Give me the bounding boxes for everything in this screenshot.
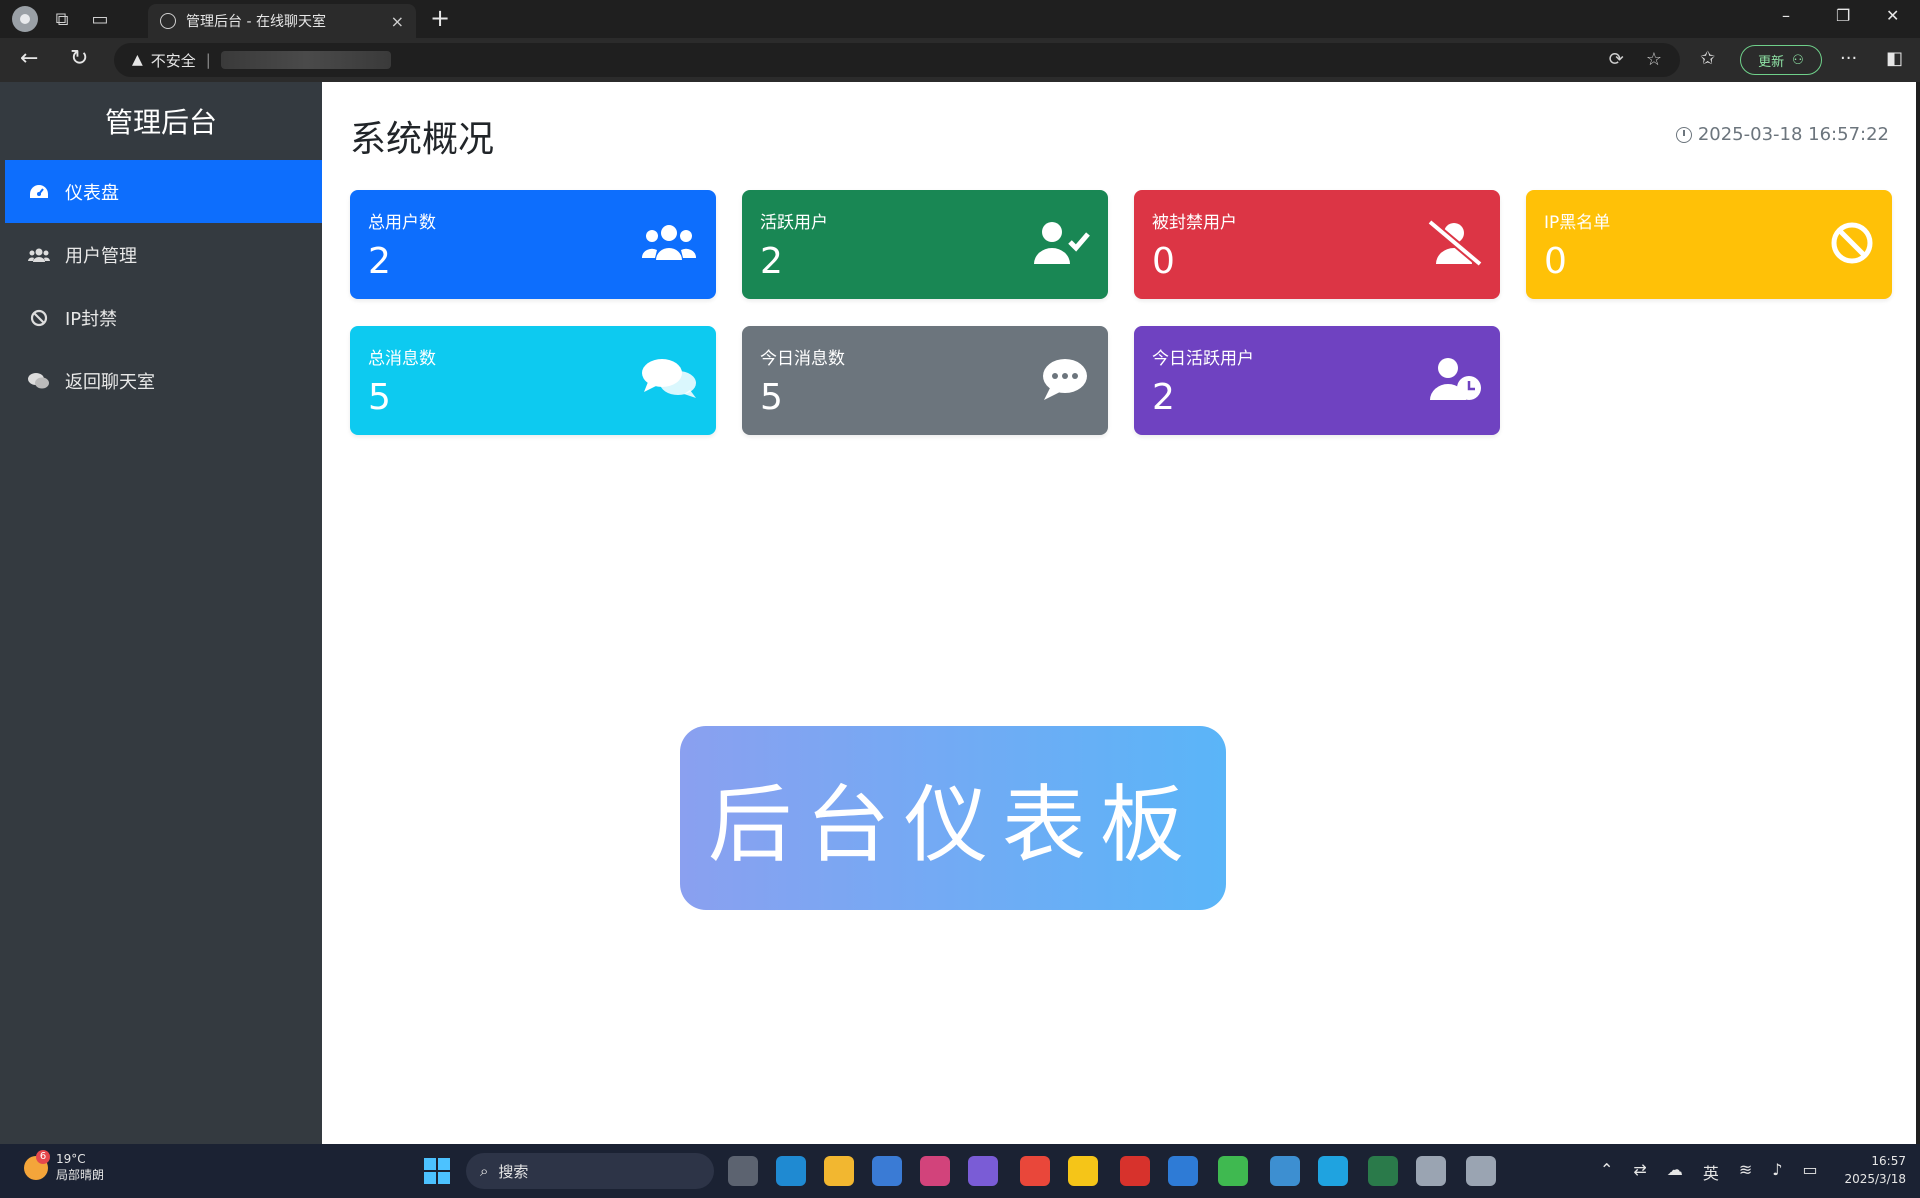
current-datetime: 2025-03-18 16:57:22 [1675, 124, 1889, 145]
warning-icon: ▲ [132, 52, 143, 68]
profile-avatar[interactable] [12, 6, 38, 32]
user-check-icon [1034, 222, 1090, 264]
url-redacted [220, 51, 391, 69]
favorite-star-icon[interactable]: ☆ [1646, 49, 1662, 70]
clock-icon [1675, 126, 1692, 143]
taskbar-clock[interactable]: 16:57 2025/3/18 [1844, 1152, 1906, 1188]
admin-sidebar: 管理后台 仪表盘 用户管理 IP封禁 返回聊天室 [0, 82, 322, 1144]
app-icon[interactable] [1368, 1156, 1398, 1186]
notes-icon[interactable] [1068, 1156, 1098, 1186]
browser-tab-active[interactable]: 管理后台 - 在线聊天室 × [148, 4, 416, 38]
app-icon[interactable] [920, 1156, 950, 1186]
refresh-icon[interactable]: ↻ [70, 46, 88, 71]
file-explorer-icon[interactable] [824, 1156, 854, 1186]
chevron-up-icon[interactable]: ⌃ [1600, 1160, 1613, 1184]
sidebar-item-back-to-chat[interactable]: 返回聊天室 [5, 349, 322, 412]
taskbar-search[interactable]: ⌕ 搜索 [466, 1153, 714, 1189]
security-label: 不安全 [150, 51, 196, 70]
stat-card-today-messages: 今日消息数 5 [742, 326, 1108, 435]
weather-sun-icon: 6 [24, 1149, 50, 1180]
weather-temp: 19°C [56, 1152, 86, 1166]
taskbar-time: 16:57 [1871, 1154, 1906, 1168]
stat-card-ip-blacklist: IP黑名单 0 [1526, 190, 1892, 299]
main-content: 系统概况 2025-03-18 16:57:22 总用户数 2 活跃用户 2 被… [322, 82, 1916, 1144]
sidebar-item-label: 用户管理 [65, 245, 137, 267]
stat-card-total-users: 总用户数 2 [350, 190, 716, 299]
weather-widget[interactable]: 6 19°C 局部晴朗 [24, 1149, 105, 1183]
url-input[interactable]: ▲ 不安全 | ⟳ ☆ [114, 43, 1680, 77]
search-icon: ⌕ [480, 1162, 489, 1180]
maximize-button[interactable]: ❐ [1836, 6, 1850, 25]
stat-card-total-messages: 总消息数 5 [350, 326, 716, 435]
store-icon[interactable] [872, 1156, 902, 1186]
cloud-icon[interactable]: ☁ [1667, 1160, 1683, 1184]
wifi-icon[interactable]: ≋ [1739, 1160, 1752, 1184]
taskbar-date: 2025/3/18 [1844, 1172, 1906, 1186]
app-icon[interactable] [1416, 1156, 1446, 1186]
sync-icon[interactable]: ⇄ [1633, 1160, 1646, 1184]
browser-address-bar: ← ↻ ▲ 不安全 | ⟳ ☆ ✩ 更新 ⚇ ··· ◧ [0, 38, 1920, 82]
volume-icon[interactable]: ♪ [1772, 1160, 1782, 1184]
stat-card-active-users: 活跃用户 2 [742, 190, 1108, 299]
ime-indicator[interactable]: 英 [1703, 1160, 1719, 1184]
sidebar-item-label: IP封禁 [65, 308, 118, 330]
wechat-icon[interactable] [1218, 1156, 1248, 1186]
notification-badge: 6 [36, 1149, 50, 1164]
globe-icon [160, 13, 176, 29]
new-tab-button[interactable]: + [430, 4, 450, 32]
tab-close-button[interactable]: × [391, 12, 404, 31]
users-icon [27, 243, 51, 267]
edge-browser-icon[interactable] [776, 1156, 806, 1186]
more-menu-icon[interactable]: ··· [1840, 48, 1857, 69]
sidebar-item-ip-ban[interactable]: IP封禁 [5, 286, 322, 349]
datetime-text: 2025-03-18 16:57:22 [1697, 124, 1889, 145]
chat-icon [27, 369, 51, 393]
update-label: 更新 [1758, 54, 1785, 70]
stat-card-banned-users: 被封禁用户 0 [1134, 190, 1500, 299]
windows-start-icon[interactable] [424, 1158, 450, 1184]
copilot-icon: ⚇ [1792, 52, 1804, 68]
user-clock-icon [1430, 358, 1481, 400]
update-button[interactable]: 更新 ⚇ [1740, 45, 1822, 75]
sidebar-item-dashboard[interactable]: 仪表盘 [5, 160, 322, 223]
sidebar-item-label: 返回聊天室 [65, 371, 155, 393]
url-separator: | [205, 51, 211, 69]
translate-icon[interactable]: ⟳ [1609, 49, 1624, 70]
ban-icon [27, 306, 51, 330]
wps-icon[interactable] [1120, 1156, 1150, 1186]
workspaces-icon[interactable]: ⧉ [48, 5, 76, 33]
notepad-icon[interactable] [1270, 1156, 1300, 1186]
page-title: 系统概况 [350, 119, 495, 160]
minimize-button[interactable]: – [1782, 6, 1790, 25]
dashboard-banner: 后台仪表板 [680, 726, 1226, 910]
sidebar-item-users[interactable]: 用户管理 [5, 223, 322, 286]
sidebar-item-label: 仪表盘 [65, 182, 119, 204]
sidebar-toggle-icon[interactable]: ◧ [1886, 48, 1903, 69]
close-window-button[interactable]: ✕ [1886, 6, 1899, 25]
search-label: 搜索 [498, 1162, 529, 1181]
dashboard-icon [27, 180, 51, 204]
task-view-icon[interactable] [728, 1156, 758, 1186]
windows-taskbar: 6 19°C 局部晴朗 ⌕ 搜索 ⌃ ⇄ ☁ 英 ≋ ♪ ▭ 16:57 202… [0, 1144, 1920, 1198]
app-icon[interactable] [1318, 1156, 1348, 1186]
back-arrow-icon[interactable]: ← [20, 46, 38, 71]
comments-icon [642, 359, 696, 398]
browser-tab-bar: ⧉ ▭ 管理后台 - 在线聊天室 × + – ❐ ✕ [0, 0, 1920, 38]
ban-icon [1831, 222, 1873, 264]
weather-desc: 局部晴朗 [56, 1168, 105, 1182]
sidebar-brand: 管理后台 [104, 106, 217, 139]
comment-dots-icon [1043, 359, 1087, 400]
app-icon[interactable] [968, 1156, 998, 1186]
stat-card-today-active-users: 今日活跃用户 2 [1134, 326, 1500, 435]
tab-title: 管理后台 - 在线聊天室 [186, 14, 326, 30]
chrome-icon[interactable] [1020, 1156, 1050, 1186]
users-icon [641, 225, 697, 260]
app-icon[interactable] [1466, 1156, 1496, 1186]
user-slash-icon [1427, 220, 1482, 266]
battery-icon[interactable]: ▭ [1802, 1160, 1817, 1184]
tab-actions-icon[interactable]: ▭ [86, 5, 114, 33]
vscode-icon[interactable] [1168, 1156, 1198, 1186]
system-tray: ⌃ ⇄ ☁ 英 ≋ ♪ ▭ [1600, 1160, 1818, 1184]
favorites-icon[interactable]: ✩ [1700, 48, 1715, 69]
